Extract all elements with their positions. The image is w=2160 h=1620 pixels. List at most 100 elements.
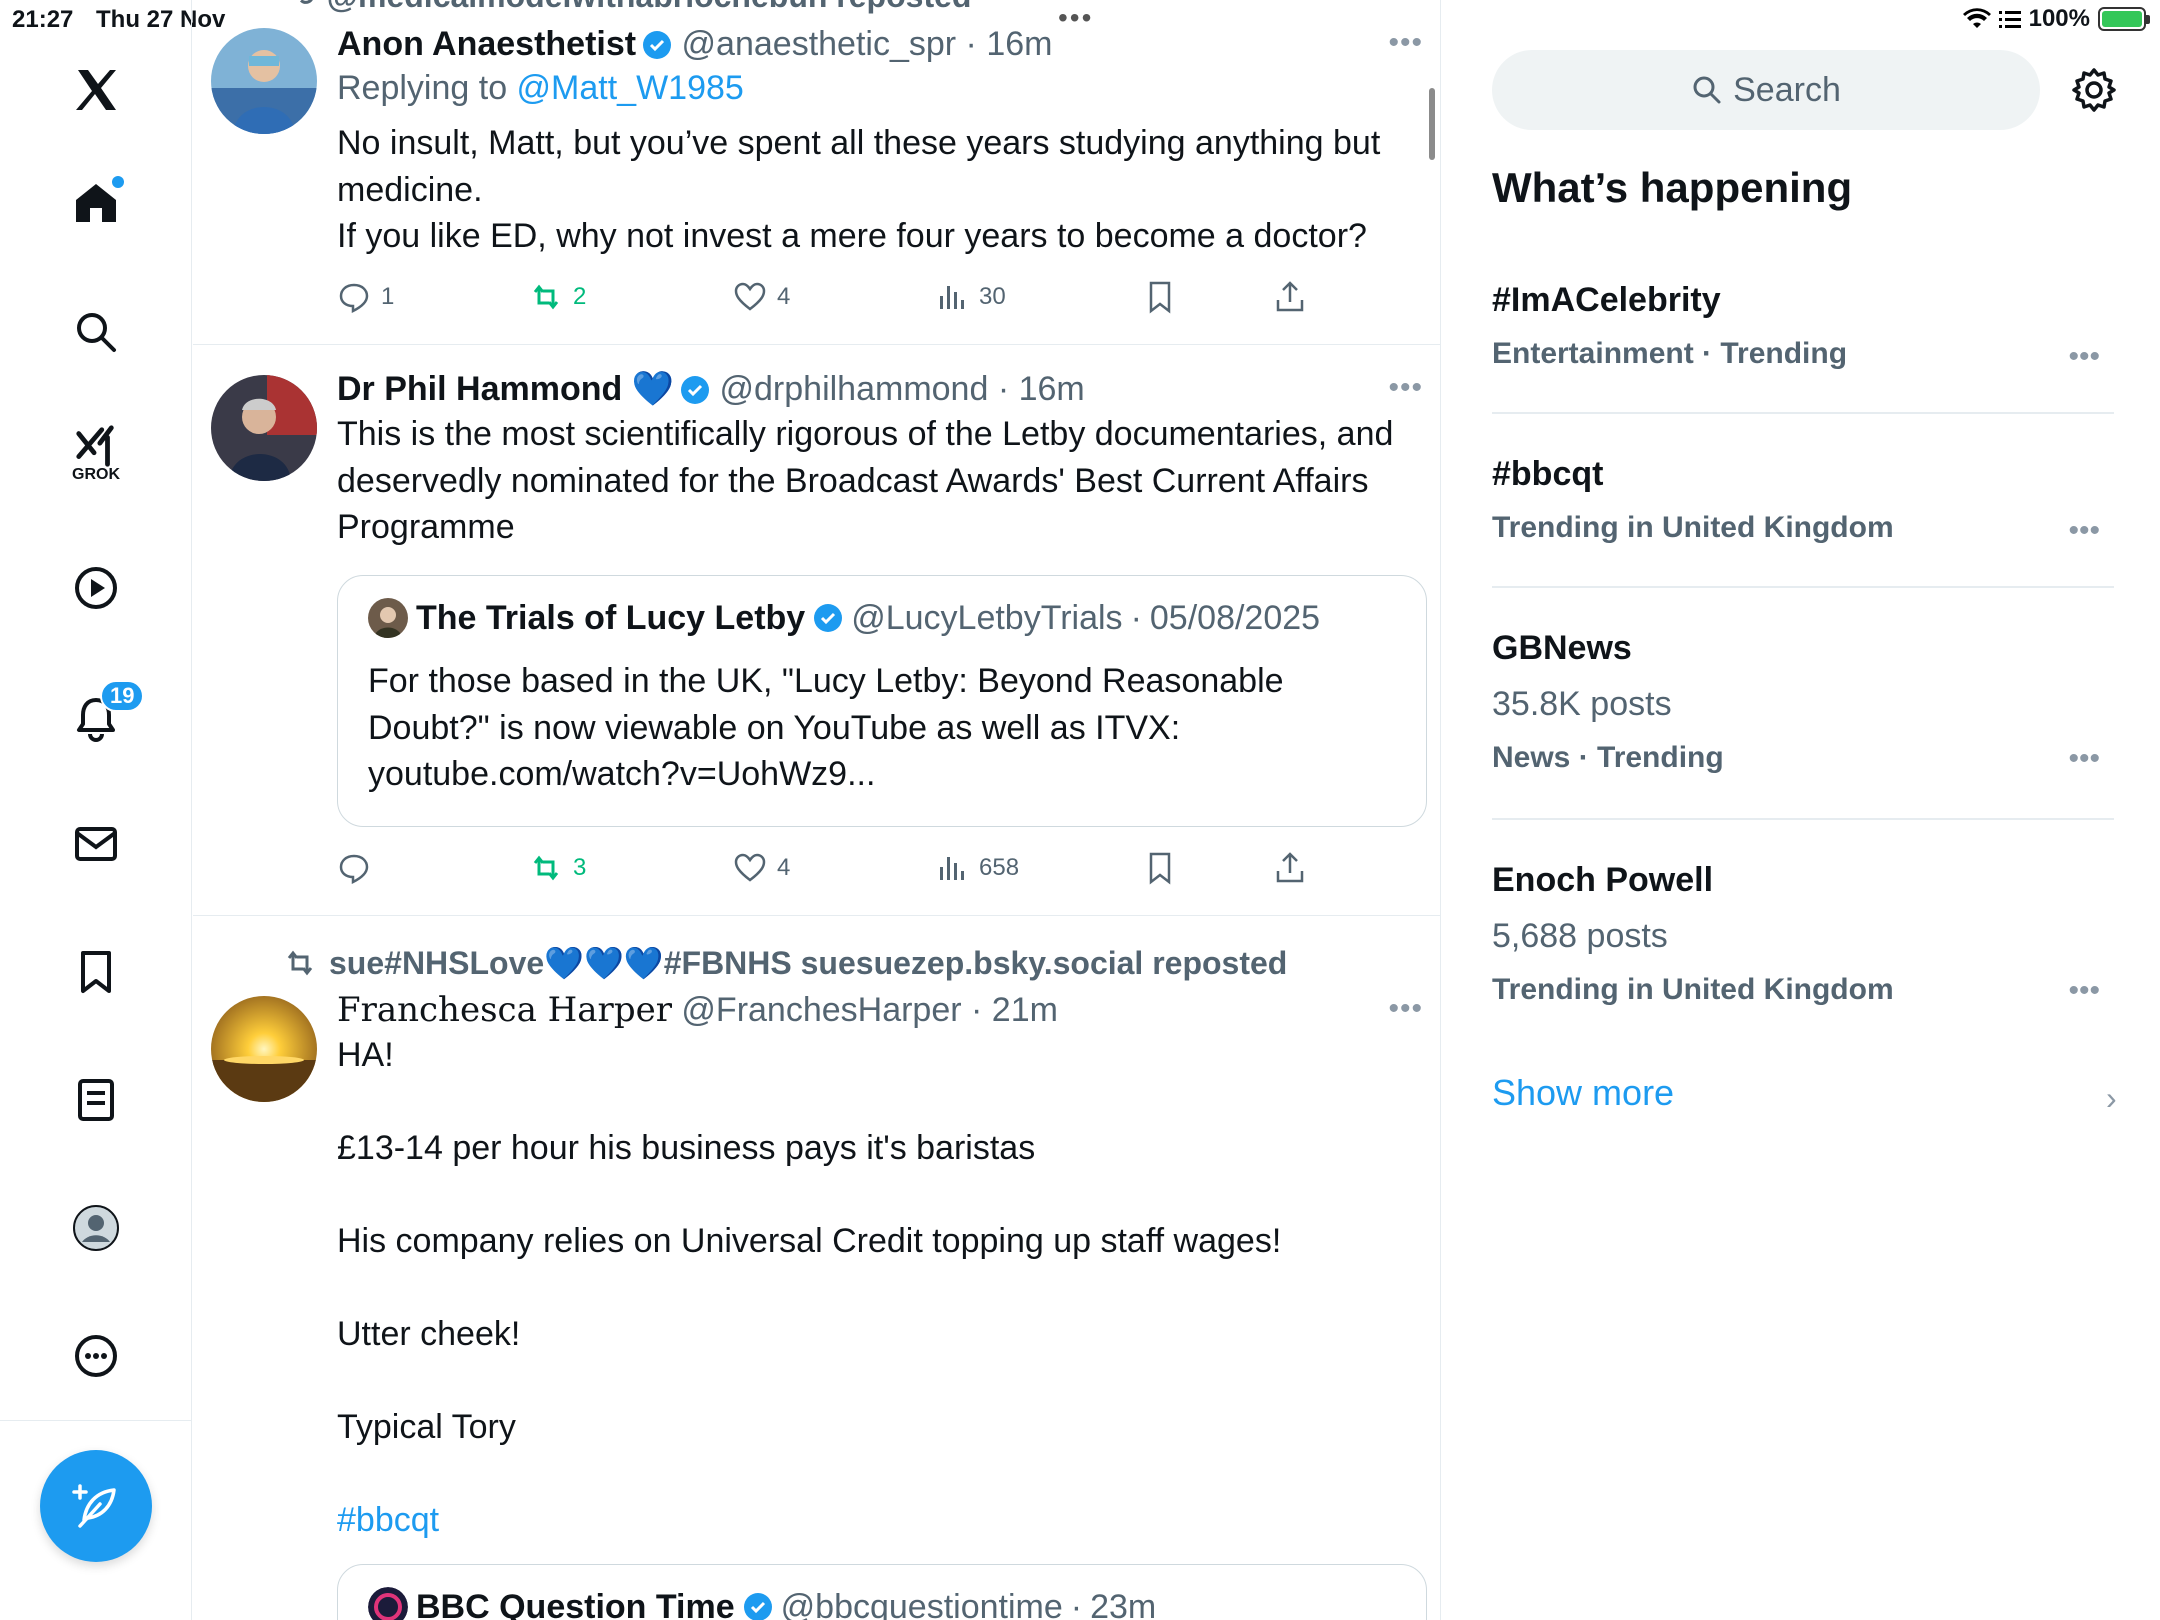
tweet-body: Dr Phil Hammond 💙 @drphilhammond · 16m T… <box>337 367 1407 551</box>
tweet-time[interactable]: 16m <box>1019 370 1085 408</box>
bell-icon[interactable]: 19 <box>64 680 145 750</box>
tweet-text: No insult, Matt, but you’ve spent all th… <box>337 124 1381 255</box>
quoted-tweet[interactable]: BBC Question Time @bbcquestiontime · 23m <box>337 1564 1427 1620</box>
reply-button[interactable] <box>337 851 381 885</box>
tweet-time[interactable]: 21m <box>992 991 1058 1029</box>
like-button[interactable]: 4 <box>733 851 790 885</box>
trend-posts: 35.8K posts <box>1492 685 1672 723</box>
more-options-icon[interactable]: ••• <box>1388 26 1423 60</box>
replying-to: Replying to @Matt_W1985 <box>337 66 1407 110</box>
more-options-icon[interactable]: ••• <box>1388 371 1423 405</box>
home-icon[interactable] <box>64 170 128 234</box>
bookmark-button[interactable] <box>1143 280 1177 314</box>
share-button[interactable] <box>1273 851 1307 885</box>
tweet-text: HA! £13-14 per hour his business pays it… <box>337 1036 1282 1446</box>
tweet-header: Dr Phil Hammond 💙 @drphilhammond · 16m <box>337 367 1407 411</box>
more-options-icon[interactable]: ••• <box>2068 742 2100 776</box>
more-options-icon[interactable]: ••• <box>2068 514 2100 548</box>
tweet-body: Franchesca Harper @FranchesHarper · 21m … <box>337 988 1407 1544</box>
avatar[interactable] <box>211 996 317 1102</box>
notifications-badge: 19 <box>100 680 145 712</box>
mail-icon[interactable] <box>64 812 128 876</box>
tweet-separator <box>193 344 1440 345</box>
chevron-right-icon[interactable]: › <box>2106 1080 2117 1117</box>
quoted-tweet[interactable]: The Trials of Lucy Letby @LucyLetbyTrial… <box>337 575 1427 827</box>
more-options-icon[interactable]: ••• <box>1388 992 1423 1026</box>
hashtag-link[interactable]: #bbcqt <box>337 1497 1407 1544</box>
bookmark-icon[interactable] <box>64 940 128 1004</box>
reposted-by-text[interactable]: sue#NHSLove💙💙💙#FBNHS suesuezep.bsky.soci… <box>329 944 1287 982</box>
repost-count: 3 <box>573 854 587 881</box>
verified-badge-icon <box>814 604 843 632</box>
separator: · <box>988 370 1019 408</box>
trend-item[interactable]: #bbcqt Trending in United Kingdom ••• <box>1492 452 2114 548</box>
compose-button[interactable] <box>40 1450 152 1562</box>
separator: · <box>1130 598 1142 637</box>
views-count: 30 <box>979 283 1006 310</box>
tweet-actions: 1 2 4 30 <box>337 280 1337 328</box>
tweet-header: Franchesca Harper @FranchesHarper · 21m <box>337 988 1407 1032</box>
video-play-icon[interactable] <box>64 556 128 620</box>
author-handle[interactable]: @drphilhammond <box>720 370 989 408</box>
reply-button[interactable]: 1 <box>337 280 394 314</box>
author-name[interactable]: Anon Anaesthetist <box>337 25 636 63</box>
repost-small-icon: ⟲ <box>293 0 315 12</box>
profile-icon[interactable] <box>64 1196 128 1260</box>
top-repost-line: ⟲ @medicalmodelwithabriochebun reposted <box>293 0 971 15</box>
gear-icon[interactable] <box>2070 66 2118 114</box>
repost-button[interactable]: 2 <box>529 280 586 314</box>
separator: · <box>1070 1587 1083 1620</box>
more-options-icon[interactable]: ••• <box>2068 974 2100 1008</box>
more-circle-icon[interactable] <box>64 1324 128 1388</box>
tweet-header: Anon Anaesthetist @anaesthetic_spr · 16m <box>337 22 1407 66</box>
tweet-separator <box>193 915 1440 916</box>
list-icon[interactable] <box>64 1068 128 1132</box>
bookmark-icon <box>1149 852 1171 885</box>
blue-heart-emoji: 💙 <box>631 370 675 408</box>
feed-scrollbar[interactable] <box>1429 88 1435 160</box>
trend-name: Enoch Powell <box>1492 861 1714 899</box>
views-button[interactable]: 30 <box>935 280 1006 314</box>
quote-avatar <box>368 598 408 638</box>
verified-badge-icon <box>643 31 672 59</box>
avatar[interactable] <box>211 375 317 481</box>
author-name[interactable]: Dr Phil Hammond <box>337 370 622 408</box>
trend-item[interactable]: #ImACelebrity Entertainment · Trending •… <box>1492 278 2114 374</box>
show-more-link[interactable]: Show more <box>1492 1072 1674 1114</box>
author-handle[interactable]: @FranchesHarper <box>681 991 961 1029</box>
more-options-icon[interactable]: ••• <box>2068 340 2100 374</box>
repost-button[interactable]: 3 <box>529 851 586 885</box>
verified-badge-icon <box>743 1593 772 1620</box>
like-button[interactable]: 4 <box>733 280 790 314</box>
views-count: 658 <box>979 854 1020 881</box>
quote-author-handle: @bbcquestiontime <box>780 1587 1063 1620</box>
trend-meta: Entertainment · Trending <box>1492 337 1848 370</box>
like-count: 4 <box>777 854 791 881</box>
views-button[interactable]: 658 <box>935 851 1019 885</box>
quote-time: 05/08/2025 <box>1149 598 1321 637</box>
trend-item[interactable]: Enoch Powell 5,688 posts Trending in Uni… <box>1492 858 2114 1010</box>
grok-label: GROK <box>72 466 120 483</box>
quote-header: The Trials of Lucy Letby @LucyLetbyTrial… <box>368 598 1320 638</box>
x-logo-icon[interactable] <box>64 58 128 122</box>
search-input[interactable]: Search <box>1492 50 2040 130</box>
heart-icon <box>734 282 766 311</box>
repost-icon <box>533 855 559 881</box>
share-button[interactable] <box>1273 280 1307 314</box>
trend-item[interactable]: GBNews 35.8K posts News · Trending ••• <box>1492 626 2114 778</box>
compose-feather-icon <box>72 1484 116 1528</box>
bookmark-button[interactable] <box>1143 851 1177 885</box>
repost-line: sue#NHSLove💙💙💙#FBNHS suesuezep.bsky.soci… <box>283 944 1287 982</box>
replying-to-handle[interactable]: @Matt_W1985 <box>517 69 744 107</box>
avatar[interactable] <box>211 28 317 134</box>
search-icon[interactable] <box>64 300 128 364</box>
separator: · <box>956 25 987 63</box>
bookmark-icon <box>1149 281 1171 314</box>
author-handle[interactable]: @anaesthetic_spr <box>682 25 957 63</box>
quote-author-name: The Trials of Lucy Letby <box>416 598 806 637</box>
grok-icon[interactable]: GROK <box>64 424 128 488</box>
tweet-text: This is the most scientifically rigorous… <box>337 415 1403 546</box>
author-name[interactable]: Franchesca Harper <box>337 990 672 1030</box>
analytics-icon <box>940 286 964 309</box>
tweet-time[interactable]: 16m <box>986 25 1052 63</box>
